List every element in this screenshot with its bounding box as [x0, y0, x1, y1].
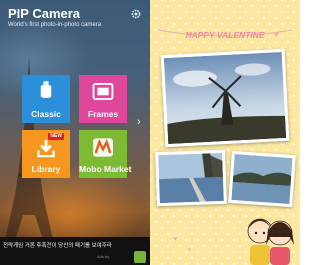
pip-camera-home-screen: PIP Camera World's first photo-in-photo …	[0, 0, 150, 265]
frames-label: Frames	[87, 109, 119, 119]
mobo-icon	[93, 138, 113, 157]
mobo-market-label: Mobo Market	[79, 164, 132, 174]
arrow-right-icon[interactable]: ›	[137, 116, 141, 128]
secondary-photo-left	[155, 149, 227, 207]
library-label: Library	[31, 164, 61, 174]
secondary-photo-right	[228, 150, 296, 208]
main-photo	[160, 48, 290, 148]
frame-icon	[92, 83, 114, 100]
gear-icon[interactable]	[130, 8, 142, 20]
camera-icon	[40, 81, 52, 98]
ad-text: 전략게임 거론 후폭전이 당신의 패기를 보여주라	[3, 243, 112, 249]
heart-icon: ♥	[173, 236, 178, 243]
ad-banner[interactable]: 전략게임 거론 후폭전이 당신의 패기를 보여주라 Ads by	[0, 237, 150, 265]
app-subtitle: World's first photo-in-photo camera	[8, 22, 102, 28]
frame-title: HAPPY VALENTINE	[185, 30, 265, 40]
ad-attribution: Ads by	[97, 254, 110, 259]
heart-icon: ♥	[188, 247, 191, 253]
classic-button[interactable]: Classic	[22, 75, 70, 123]
frames-button[interactable]: Frames	[79, 75, 127, 123]
library-button[interactable]: NEW Library	[22, 130, 70, 178]
couple-cartoon	[247, 218, 294, 265]
valentine-frame-preview: ♥ ♥ HAPPY VALENTINE ♥ ♥	[150, 0, 300, 265]
mobo-market-button[interactable]: Mobo Market	[79, 130, 132, 178]
classic-label: Classic	[31, 109, 61, 119]
android-icon	[134, 251, 146, 263]
app-title: PIP Camera	[8, 6, 81, 21]
download-icon	[37, 139, 55, 158]
